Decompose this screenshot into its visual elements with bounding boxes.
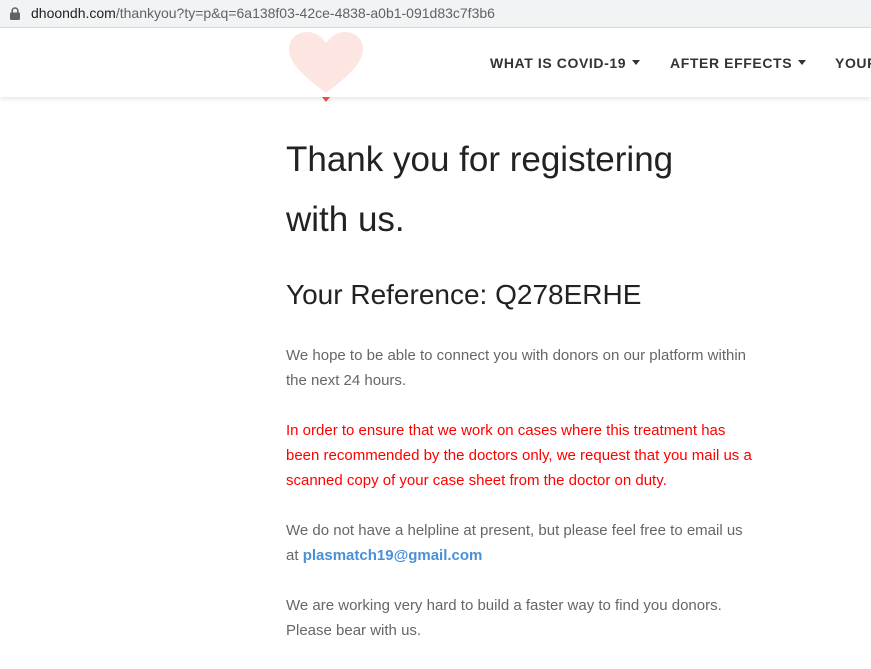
url-host: dhoondh.com <box>31 5 116 21</box>
browser-address-bar[interactable]: dhoondh.com/thankyou?ty=p&q=6a138f03-42c… <box>0 0 871 28</box>
title-line-1: Thank you for registering <box>286 140 674 179</box>
heart-logo-icon[interactable] <box>287 31 365 103</box>
case-sheet-warning: In order to ensure that we work on cases… <box>286 422 752 489</box>
nav-item-what-is-covid[interactable]: WHAT IS COVID-19 <box>490 55 641 71</box>
url-path: /thankyou?ty=p&q=6a138f03-42ce-4838-a0b1… <box>115 5 495 21</box>
title-line-2: with us. <box>286 200 405 239</box>
dropdown-caret-icon <box>798 60 807 65</box>
page-title: Thank you for registering with us. <box>286 130 756 250</box>
nav-item-label: AFTER EFFECTS <box>670 55 793 71</box>
nav-item-label: YOUR <box>835 55 871 71</box>
lock-icon <box>10 7 20 20</box>
dropdown-caret-icon <box>632 60 641 65</box>
closing-paragraph: We are working very hard to build a fast… <box>286 597 722 639</box>
site-navbar: WHAT IS COVID-19 AFTER EFFECTS YOUR <box>0 28 871 102</box>
nav-item-after-effects[interactable]: AFTER EFFECTS <box>670 55 807 71</box>
nav-item-label: WHAT IS COVID-19 <box>490 55 627 71</box>
url-text[interactable]: dhoondh.com/thankyou?ty=p&q=6a138f03-42c… <box>31 5 495 22</box>
email-link[interactable]: plasmatch19@gmail.com <box>303 547 483 564</box>
thank-you-content: Thank you for registering with us. Your … <box>286 130 756 643</box>
intro-paragraph: We hope to be able to connect you with d… <box>286 347 746 389</box>
reference-heading: Your Reference: Q278ERHE <box>286 279 642 310</box>
nav-item-your[interactable]: YOUR <box>835 55 871 71</box>
helpline-paragraph: We do not have a helpline at present, bu… <box>286 518 756 568</box>
